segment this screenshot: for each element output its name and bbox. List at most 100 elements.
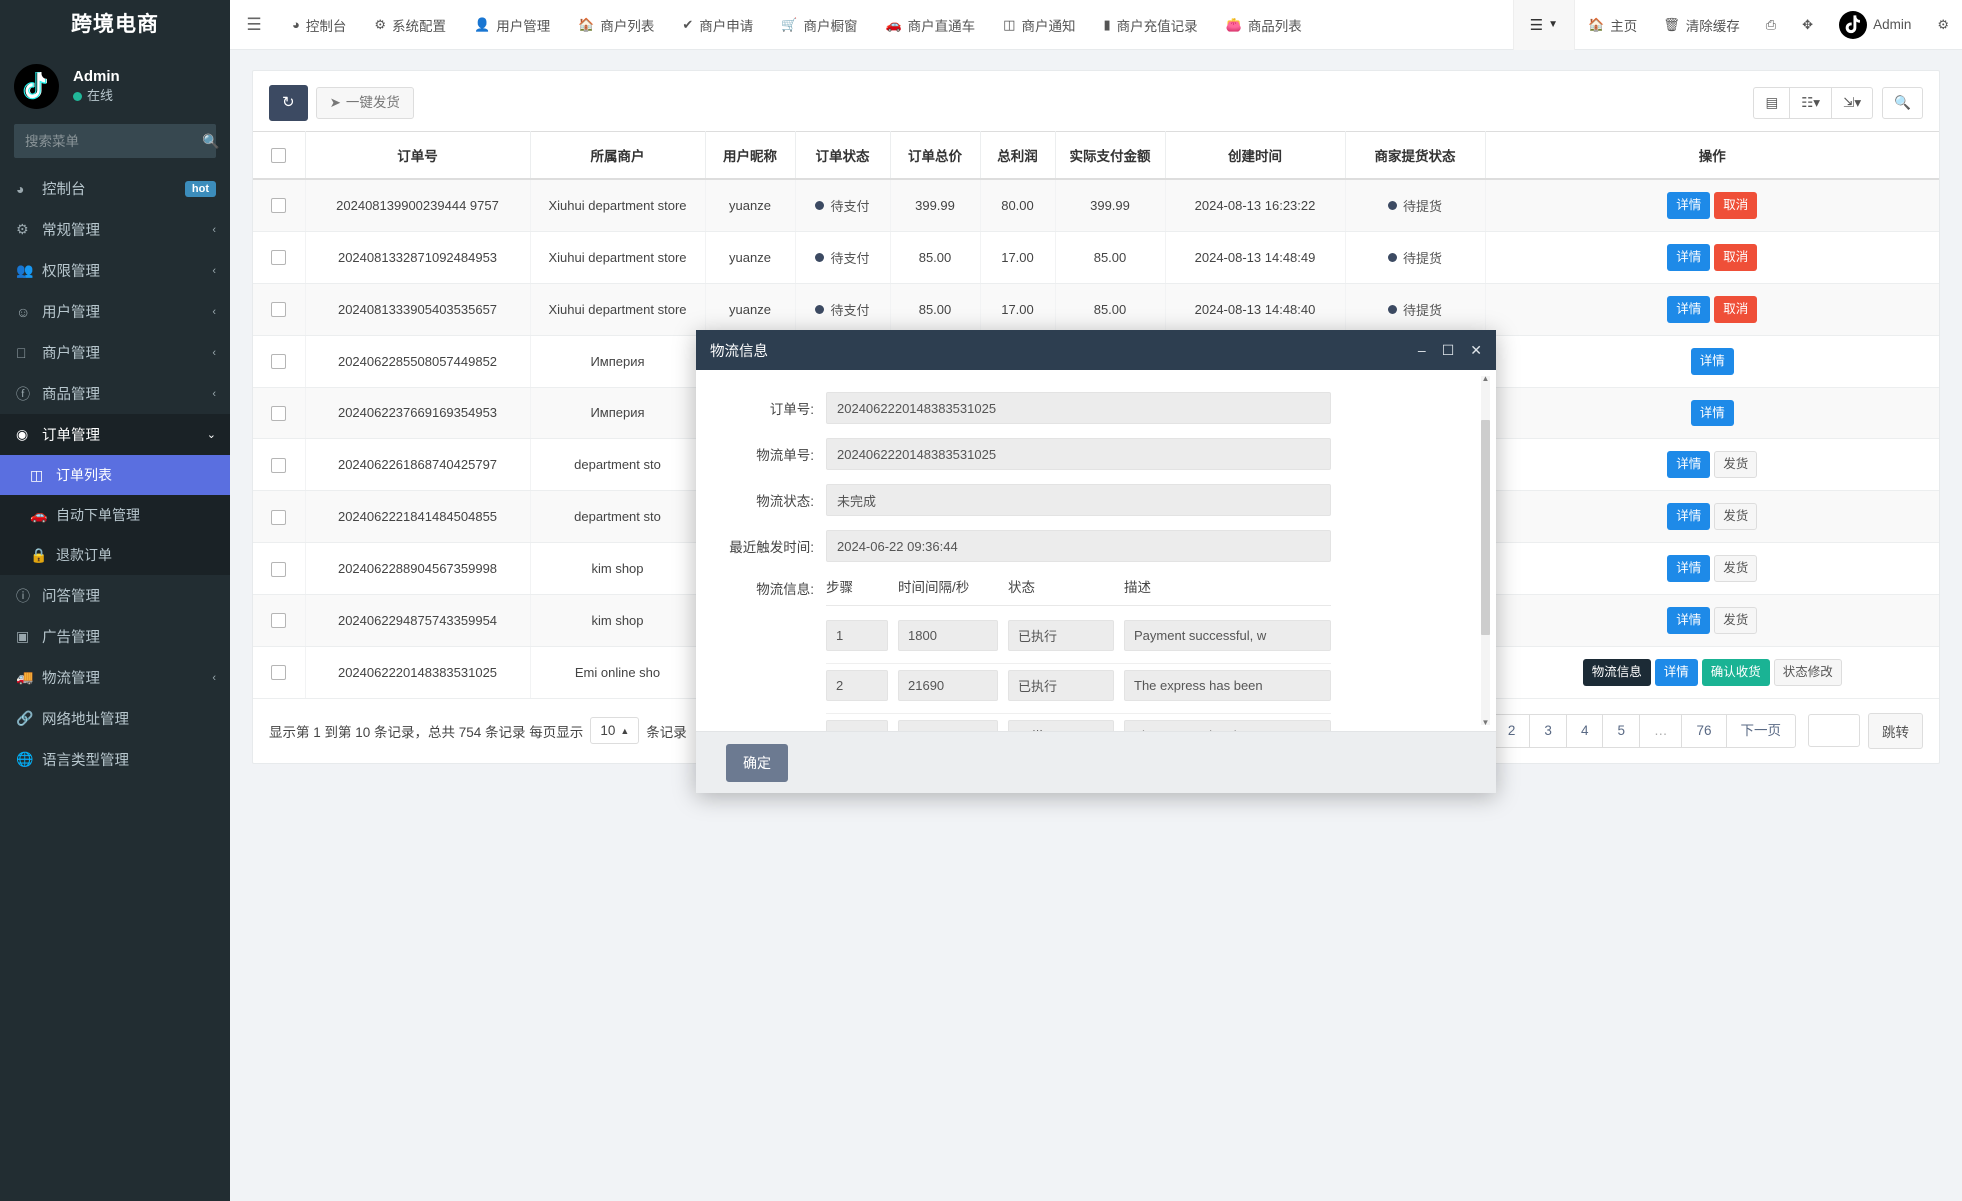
logistics-status-field[interactable]: 已执行	[1008, 620, 1114, 651]
action-button-发货[interactable]: 发货	[1714, 607, 1758, 634]
close-icon[interactable]: ✕	[1470, 342, 1482, 359]
action-button-详情[interactable]: 详情	[1690, 347, 1734, 375]
confirm-button[interactable]: 确定	[726, 743, 788, 782]
action-button-物流信息[interactable]: 物流信息	[1582, 658, 1651, 686]
action-button-发货[interactable]: 发货	[1714, 503, 1758, 531]
col-total[interactable]: 订单总价	[890, 131, 981, 180]
sidebar-item-ads[interactable]: ▣ 广告管理	[0, 616, 230, 657]
col-nickname[interactable]: 用户昵称	[705, 131, 796, 180]
action-button-取消[interactable]: 取消	[1714, 295, 1758, 323]
nav-link-screenshot[interactable]: ⎙	[1753, 0, 1789, 50]
action-button-详情[interactable]: 详情	[1667, 451, 1711, 479]
col-paid[interactable]: 实际支付金额	[1055, 131, 1166, 180]
action-button-取消[interactable]: 取消	[1714, 243, 1758, 271]
col-profit[interactable]: 总利润	[980, 131, 1056, 180]
row-checkbox[interactable]	[271, 509, 287, 525]
nav-link-product-list[interactable]: 👛 商品列表	[1212, 0, 1316, 50]
logistics-status-field[interactable]: 已执行	[1008, 670, 1114, 701]
nav-link-system-config[interactable]: ⚙ 系统配置	[360, 0, 460, 50]
action-button-详情[interactable]: 详情	[1654, 658, 1698, 686]
sidebar-item-general[interactable]: ⚙ 常规管理 ‹	[0, 209, 230, 250]
row-select-cell[interactable]	[253, 179, 306, 232]
modal-scrollbar[interactable]: ▲ ▼	[1481, 374, 1490, 727]
row-checkbox[interactable]	[271, 405, 287, 421]
sidebar-item-users[interactable]: ☺ 用户管理 ‹	[0, 291, 230, 332]
navbar-menu-dropdown[interactable]: ☰ ▼	[1512, 0, 1576, 50]
action-button-详情[interactable]: 详情	[1667, 503, 1711, 531]
ship-all-button[interactable]: ➤ 一键发货	[315, 86, 414, 120]
sidebar-item-orders[interactable]: ◉ 订单管理 ⌄	[0, 414, 230, 455]
nav-link-merchant-apply[interactable]: ✔ 商户申请	[668, 0, 767, 50]
sidebar-item-dashboard[interactable]: ◕ 控制台 hot	[0, 168, 230, 209]
action-button-确认收货[interactable]: 确认收货	[1701, 658, 1770, 686]
table-row[interactable]: 202408139900239444 9757 Xiuhui department…	[253, 179, 1939, 232]
col-created[interactable]: 创建时间	[1165, 131, 1346, 180]
jump-button[interactable]: 跳转	[1868, 712, 1923, 749]
col-pickup-status[interactable]: 商家提货状态	[1345, 131, 1486, 180]
row-select-cell[interactable]	[253, 283, 306, 336]
row-checkbox[interactable]	[271, 613, 287, 629]
sidebar-item-order-list[interactable]: ◫ 订单列表	[0, 455, 230, 495]
action-button-详情[interactable]: 详情	[1667, 243, 1711, 271]
row-select-cell[interactable]	[253, 490, 306, 544]
page-3[interactable]: 3	[1529, 713, 1566, 748]
action-button-取消[interactable]: 取消	[1714, 192, 1758, 219]
action-button-状态修改[interactable]: 状态修改	[1773, 658, 1842, 686]
sidebar-item-products[interactable]: ⓕ 商品管理 ‹	[0, 373, 230, 414]
search-button[interactable]: 🔍	[1882, 86, 1923, 120]
col-order-no[interactable]: 订单号	[305, 131, 531, 180]
nav-user-menu[interactable]: Admin	[1826, 0, 1924, 50]
refresh-button[interactable]: ↻	[269, 85, 308, 121]
row-select-cell[interactable]	[253, 646, 306, 699]
logistics-desc-field[interactable]: The express has been	[1124, 720, 1331, 731]
action-button-详情[interactable]: 详情	[1667, 295, 1711, 323]
page-size-select[interactable]: 10 ▲	[590, 717, 640, 745]
col-order-status[interactable]: 订单状态	[795, 131, 891, 180]
maximize-icon[interactable]: ☐	[1442, 342, 1455, 359]
nav-link-fullscreen[interactable]: ✥	[1789, 0, 1826, 50]
order-no-input[interactable]	[826, 392, 1331, 424]
row-checkbox[interactable]	[271, 250, 287, 266]
nav-link-merchant-list[interactable]: 🏠 商户列表	[564, 0, 668, 50]
sidebar-toggle-icon[interactable]: ☰	[230, 0, 278, 50]
next-page-button[interactable]: 下一页	[1725, 713, 1796, 748]
sidebar-item-merchants[interactable]:  商户管理 ‹	[0, 332, 230, 373]
nav-link-merchant-express[interactable]: 🚗 商户直通车	[871, 0, 989, 50]
nav-link-merchant-showcase[interactable]: 🛒 商户橱窗	[767, 0, 871, 50]
action-button-详情[interactable]: 详情	[1667, 192, 1711, 219]
sidebar-item-permissions[interactable]: 👥 权限管理 ‹	[0, 250, 230, 291]
last-trigger-time-input[interactable]	[826, 530, 1331, 562]
nav-link-dashboard[interactable]: ◕ 控制台	[278, 0, 360, 50]
row-checkbox[interactable]	[271, 561, 287, 577]
row-select-cell[interactable]	[253, 231, 306, 284]
action-button-详情[interactable]: 详情	[1690, 399, 1734, 427]
row-checkbox[interactable]	[271, 198, 287, 214]
logistics-step-field[interactable]: 2	[826, 670, 888, 701]
row-select-cell[interactable]	[253, 542, 306, 595]
minimize-icon[interactable]: –	[1418, 342, 1426, 358]
sidebar-item-refund-order[interactable]: 🔒 退款订单	[0, 535, 230, 575]
row-checkbox[interactable]	[271, 354, 287, 370]
nav-link-user-management[interactable]: 👤 用户管理	[460, 0, 564, 50]
row-select-cell[interactable]	[253, 335, 306, 388]
logistics-interval-field[interactable]: 21690	[898, 670, 998, 701]
logistics-step-field[interactable]: 3	[826, 720, 888, 731]
table-row[interactable]: 2024081333905403535657 Xiuhui department …	[253, 283, 1939, 336]
sidebar-item-language-type[interactable]: 🌐 语言类型管理	[0, 739, 230, 780]
jump-page-input[interactable]	[1808, 714, 1860, 748]
row-select-cell[interactable]	[253, 594, 306, 647]
action-button-发货[interactable]: 发货	[1714, 555, 1758, 582]
tracking-no-input[interactable]	[826, 438, 1331, 470]
logistics-interval-field[interactable]: 1800	[898, 620, 998, 651]
grid-toggle-button[interactable]: ☷▾	[1789, 86, 1832, 120]
action-button-发货[interactable]: 发货	[1714, 451, 1758, 479]
page-4[interactable]: 4	[1565, 713, 1603, 748]
sidebar-search[interactable]: 🔍	[14, 124, 219, 158]
columns-toggle-button[interactable]: ▤	[1753, 86, 1790, 120]
select-all-checkbox[interactable]	[271, 147, 287, 163]
search-input[interactable]	[25, 133, 202, 149]
logistics-interval-field[interactable]: 345650	[898, 720, 998, 731]
page-2[interactable]: 2	[1492, 713, 1530, 748]
page-5[interactable]: 5	[1602, 713, 1639, 748]
sidebar-item-qa[interactable]: ⓘ 问答管理	[0, 575, 230, 616]
